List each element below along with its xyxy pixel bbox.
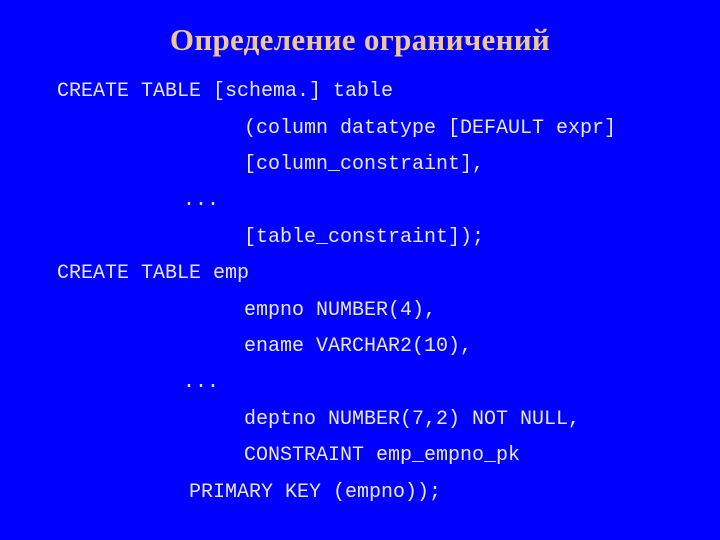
code-line-table-constraint: [table_constraint]); xyxy=(244,226,485,249)
code-line-ellipsis: ... xyxy=(183,371,220,394)
slide: Определение ограничений CREATE TABLE [sc… xyxy=(0,0,720,540)
code-line-empno: empno NUMBER(4), xyxy=(244,299,437,322)
code-line-column-definition: (column datatype [DEFAULT expr] xyxy=(244,117,617,140)
code-line-ename: ename VARCHAR2(10), xyxy=(244,335,473,358)
code-line-ellipsis: ... xyxy=(183,189,220,212)
code-line-primary-key: PRIMARY KEY (empno)); xyxy=(189,481,442,504)
code-line-constraint: CONSTRAINT emp_empno_pk xyxy=(244,444,521,467)
code-block: CREATE TABLE [schema.] table (column dat… xyxy=(0,0,720,540)
code-line-create-table-syntax: CREATE TABLE [schema.] table xyxy=(57,80,394,103)
code-line-create-table-emp: CREATE TABLE emp xyxy=(57,262,250,285)
code-line-column-constraint: [column_constraint], xyxy=(244,153,485,176)
code-line-deptno: deptno NUMBER(7,2) NOT NULL, xyxy=(244,408,581,431)
